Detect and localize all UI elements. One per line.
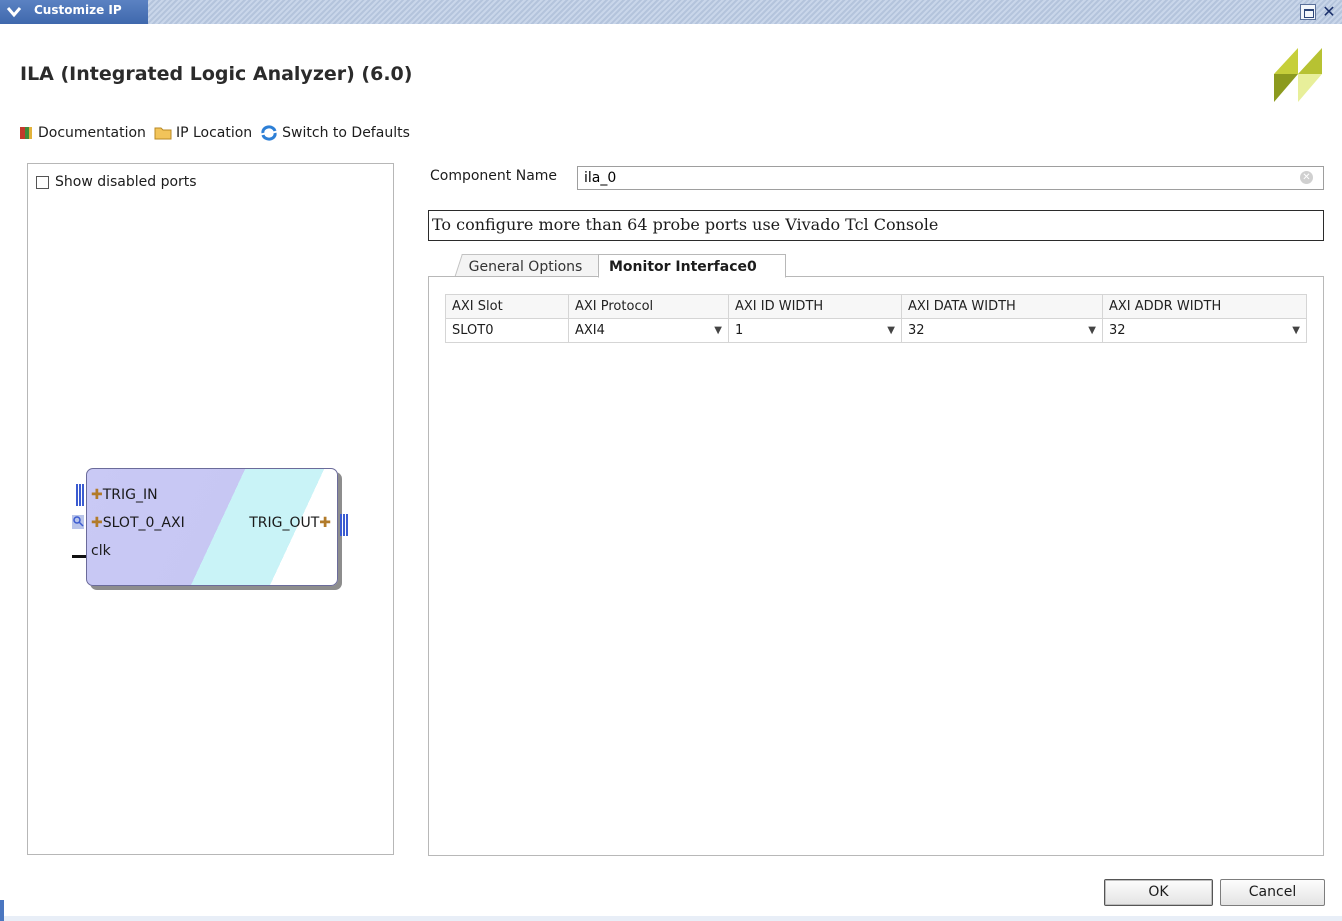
axi-config-table: AXI Slot AXI Protocol AXI ID WIDTH AXI D… [445, 294, 1307, 343]
documentation-book-icon [20, 127, 32, 139]
column-header: AXI Slot [445, 294, 569, 319]
expand-plus-icon[interactable]: ✚ [91, 487, 103, 503]
axi-data-width-select[interactable]: 32 ▼ [901, 318, 1103, 343]
axi-slot-cell: SLOT0 [445, 318, 569, 343]
xilinx-logo [1274, 48, 1322, 102]
dropdown-arrow-icon[interactable]: ▼ [887, 325, 895, 336]
chevron-down-icon[interactable] [6, 4, 22, 20]
window-restore-icon[interactable] [1300, 4, 1316, 20]
close-icon[interactable]: ✕ [1320, 4, 1338, 20]
info-message: To configure more than 64 probe ports us… [428, 210, 1324, 241]
table-header-row: AXI Slot AXI Protocol AXI ID WIDTH AXI D… [445, 294, 1307, 319]
ip-block-symbol[interactable]: ✚TRIG_IN ✚SLOT_0_AXI clk TRIG_OUT✚ [86, 468, 338, 586]
window-title: Customize IP [34, 3, 122, 17]
tab-content-panel [428, 276, 1324, 856]
axi-protocol-select[interactable]: AXI4 ▼ [568, 318, 729, 343]
axi-addr-width-select[interactable]: 32 ▼ [1102, 318, 1307, 343]
show-disabled-ports-label: Show disabled ports [55, 174, 197, 190]
switch-to-defaults-label: Switch to Defaults [282, 125, 410, 141]
checkbox-box[interactable] [36, 175, 49, 189]
search-icon[interactable] [72, 515, 84, 529]
refresh-icon [261, 125, 277, 141]
ok-button[interactable]: OK [1104, 879, 1213, 906]
clear-icon[interactable]: ✕ [1300, 171, 1313, 184]
dropdown-arrow-icon[interactable]: ▼ [1292, 325, 1300, 336]
ip-location-button[interactable]: IP Location [154, 125, 252, 141]
bus-port-marker [76, 484, 84, 506]
bus-port-marker [340, 514, 348, 536]
column-header: AXI ID WIDTH [728, 294, 902, 319]
window-bottom-border [0, 916, 1342, 921]
port-slot-0-axi[interactable]: ✚SLOT_0_AXI [91, 515, 185, 531]
documentation-button[interactable]: Documentation [18, 125, 146, 141]
axi-id-width-select[interactable]: 1 ▼ [728, 318, 902, 343]
expand-plus-icon[interactable]: ✚ [91, 515, 103, 531]
tab-general-options[interactable]: General Options [454, 254, 604, 278]
clk-wire [72, 555, 86, 558]
window-edge-accent [0, 900, 4, 921]
port-clk[interactable]: clk [91, 543, 111, 559]
folder-icon [154, 127, 172, 140]
dropdown-arrow-icon[interactable]: ▼ [714, 325, 722, 336]
column-header: AXI ADDR WIDTH [1102, 294, 1307, 319]
switch-to-defaults-button[interactable]: Switch to Defaults [260, 125, 410, 141]
expand-plus-icon[interactable]: ✚ [319, 515, 331, 531]
cancel-button[interactable]: Cancel [1220, 879, 1325, 906]
dropdown-arrow-icon[interactable]: ▼ [1088, 325, 1096, 336]
column-header: AXI Protocol [568, 294, 729, 319]
component-name-input[interactable] [577, 166, 1324, 190]
tab-monitor-interface0[interactable]: Monitor Interface0 [598, 254, 786, 278]
window-title-bar[interactable]: Customize IP ✕ [0, 0, 1342, 24]
port-trig-out[interactable]: TRIG_OUT✚ [249, 515, 331, 531]
table-row: SLOT0 AXI4 ▼ 1 ▼ 32 ▼ 32 ▼ [445, 318, 1307, 343]
column-header: AXI DATA WIDTH [901, 294, 1103, 319]
toolbar: Documentation IP Location Switch to Defa… [18, 122, 418, 144]
show-disabled-ports-checkbox[interactable]: Show disabled ports [36, 174, 197, 190]
ip-location-label: IP Location [175, 125, 253, 141]
documentation-label: Documentation [38, 125, 146, 141]
port-trig-in[interactable]: ✚TRIG_IN [91, 487, 158, 503]
ip-symbol-panel: Show disabled ports ✚TRIG_IN ✚SLOT_0_AXI… [27, 163, 394, 855]
title-tab: Customize IP [0, 0, 148, 24]
ip-title: ILA (Integrated Logic Analyzer) (6.0) [20, 63, 413, 85]
component-name-label: Component Name [430, 168, 558, 184]
